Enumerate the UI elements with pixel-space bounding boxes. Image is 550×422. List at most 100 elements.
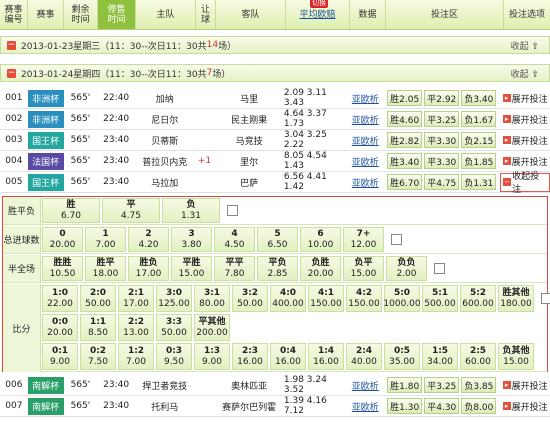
odds-option[interactable]: 3:0 125.00 (156, 285, 192, 312)
odds-option[interactable]: 0 20.00 (42, 227, 83, 252)
odds-option[interactable]: 2:4 40.00 (346, 343, 382, 370)
bet-loss-button[interactable]: 负2.15 (461, 132, 497, 148)
odds-option[interactable]: 2:0 50.00 (80, 285, 116, 312)
odds-option[interactable]: 3:3 50.00 (156, 314, 192, 341)
date-bar-0124[interactable]: − 2013-01-24星期四（11：30--次日11：30共 7 场） 收起 ⇧ (0, 64, 550, 82)
bet-loss-button[interactable]: 负3.85 (461, 377, 497, 393)
odds-option[interactable]: 1:2 7.00 (118, 343, 154, 370)
odds-option[interactable]: 0:1 9.00 (42, 343, 78, 370)
analysis-link[interactable]: 亚欧析 (347, 375, 383, 395)
col-avg-odds[interactable]: 平均欧赔 切换 (286, 0, 350, 29)
odds-option[interactable]: 1:3 9.00 (194, 343, 230, 370)
odds-option[interactable]: 1:4 16.00 (308, 343, 344, 370)
odds-option[interactable]: 胜胜 10.50 (42, 256, 83, 281)
bet-option-toggle[interactable]: ▸ 展开投注 (500, 151, 550, 171)
analysis-link[interactable]: 亚欧析 (347, 130, 383, 150)
odds-option[interactable]: 2 4.20 (128, 227, 169, 252)
away-team[interactable]: 里尔 (214, 151, 283, 171)
odds-option[interactable]: 0:4 16.00 (270, 343, 306, 370)
analysis-link[interactable]: 亚欧析 (347, 88, 383, 108)
bet-option-toggle[interactable]: − 收起投注 (500, 172, 550, 195)
odds-option[interactable]: 负胜 20.00 (300, 256, 341, 281)
odds-option[interactable]: 5:1 500.00 (422, 285, 458, 312)
bet-loss-button[interactable]: 负1.31 (461, 174, 497, 190)
wdl-win-option[interactable]: 胜 6.70 (42, 198, 100, 223)
away-team[interactable]: 奥林匹亚 (214, 375, 283, 395)
odds-option[interactable]: 5 6.50 (257, 227, 298, 252)
analysis-link[interactable]: 亚欧析 (347, 151, 383, 171)
odds-option[interactable]: 4:1 150.00 (308, 285, 344, 312)
league-tag[interactable]: 非洲杯 (27, 110, 64, 128)
bet-win-button[interactable]: 胜1.30 (387, 398, 423, 414)
league-tag[interactable]: 南解杯 (27, 376, 64, 394)
collapse-icon[interactable]: − (7, 68, 16, 78)
odds-option[interactable]: 2:1 17.00 (118, 285, 154, 312)
league-tag[interactable]: 国王杯 (27, 173, 64, 191)
bet-draw-button[interactable]: 平3.30 (424, 153, 460, 169)
score-select-all-checkbox[interactable] (541, 293, 550, 304)
bet-win-button[interactable]: 胜3.40 (387, 153, 423, 169)
bet-draw-button[interactable]: 平3.25 (424, 111, 460, 127)
odds-option[interactable]: 7+ 12.00 (343, 227, 384, 252)
odds-option[interactable]: 2:5 60.00 (460, 343, 496, 370)
bet-win-button[interactable]: 胜2.05 (387, 90, 423, 106)
odds-option[interactable]: 负平 15.00 (343, 256, 384, 281)
bet-win-button[interactable]: 胜1.80 (387, 377, 423, 393)
bet-draw-button[interactable]: 平4.75 (424, 174, 460, 190)
bet-draw-button[interactable]: 平4.30 (424, 398, 460, 414)
odds-option[interactable]: 0:0 20.00 (42, 314, 78, 341)
home-team[interactable]: 普拉贝内克 (135, 151, 195, 171)
goals-select-all-checkbox[interactable] (391, 234, 402, 245)
analysis-link[interactable]: 亚欧析 (347, 109, 383, 129)
bet-win-button[interactable]: 胜4.60 (387, 111, 423, 127)
collapse-icon[interactable]: − (7, 40, 16, 50)
odds-option[interactable]: 4:2 150.00 (346, 285, 382, 312)
bet-option-toggle[interactable]: ▸ 展开投注 (500, 130, 550, 150)
home-team[interactable]: 加纳 (135, 88, 195, 108)
fold-button[interactable]: 收起 ⇧ (511, 39, 539, 52)
fold-button[interactable]: 收起 ⇧ (511, 67, 539, 80)
bet-option-toggle[interactable]: ▸ 展开投注 (500, 109, 550, 129)
bet-loss-button[interactable]: 负3.40 (461, 90, 497, 106)
away-team[interactable]: 马里 (214, 88, 283, 108)
league-tag[interactable]: 国王杯 (27, 131, 64, 149)
col-stop-time[interactable]: 停售 时间 (98, 0, 136, 29)
wdl-draw-option[interactable]: 平 4.75 (102, 198, 160, 223)
odds-option[interactable]: 1:5 34.00 (422, 343, 458, 370)
away-team[interactable]: 民主刚果 (214, 109, 283, 129)
analysis-link[interactable]: 亚欧析 (347, 396, 383, 416)
bet-loss-button[interactable]: 负8.00 (461, 398, 497, 414)
odds-option[interactable]: 平胜 15.00 (171, 256, 212, 281)
odds-option[interactable]: 4 4.50 (214, 227, 255, 252)
odds-option[interactable]: 1 7.00 (85, 227, 126, 252)
odds-option[interactable]: 0:2 7.50 (80, 343, 116, 370)
wdl-loss-option[interactable]: 负 1.31 (162, 198, 220, 223)
analysis-link[interactable]: 亚欧析 (347, 172, 383, 192)
odds-option[interactable]: 胜负 17.00 (128, 256, 169, 281)
odds-option[interactable]: 平其他 200.00 (194, 314, 230, 341)
bet-win-button[interactable]: 胜6.70 (387, 174, 423, 190)
odds-option[interactable]: 3 3.80 (171, 227, 212, 252)
odds-option[interactable]: 胜平 18.00 (85, 256, 126, 281)
odds-option[interactable]: 负其他 15.00 (498, 343, 534, 370)
league-tag[interactable]: 南解杯 (27, 397, 64, 415)
odds-option[interactable]: 3:1 80.00 (194, 285, 230, 312)
bet-win-button[interactable]: 胜2.82 (387, 132, 423, 148)
home-team[interactable]: 托利马 (135, 396, 195, 416)
odds-option[interactable]: 负负 2.00 (386, 256, 427, 281)
home-team[interactable]: 马拉加 (135, 172, 195, 192)
bet-draw-button[interactable]: 平3.30 (424, 132, 460, 148)
away-team[interactable]: 赛萨尔巴列霍 (214, 396, 283, 416)
home-team[interactable]: 尼日尔 (135, 109, 195, 129)
half-select-all-checkbox[interactable] (434, 263, 445, 274)
odds-option[interactable]: 5:0 1000.00 (383, 285, 421, 312)
date-bar-0123[interactable]: − 2013-01-23星期三（11：30--次日11：30共 14 场） 收起 ⇧ (0, 36, 550, 54)
avg-odds-link[interactable]: 平均欧赔 (299, 10, 335, 20)
league-tag[interactable]: 非洲杯 (27, 89, 64, 107)
home-team[interactable]: 捍卫者竞技 (135, 375, 195, 395)
odds-option[interactable]: 0:3 9.50 (156, 343, 192, 370)
away-team[interactable]: 马竞技 (214, 130, 283, 150)
odds-option[interactable]: 0:5 35.00 (384, 343, 420, 370)
switch-badge[interactable]: 切换 (310, 0, 328, 8)
odds-option[interactable]: 5:2 600.00 (460, 285, 496, 312)
